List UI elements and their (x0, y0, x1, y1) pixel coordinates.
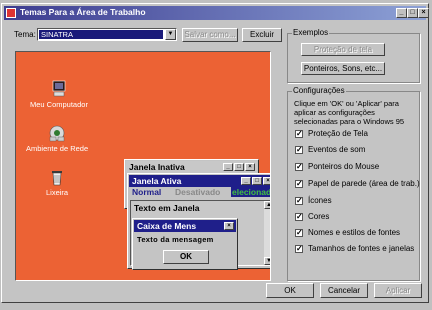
delete-button[interactable]: Excluir (242, 28, 282, 42)
message-text: Texto da mensagem (137, 235, 214, 244)
theme-value: SINATRA (39, 30, 163, 39)
checkbox[interactable]: ✓ (295, 163, 303, 171)
pointers-sounds-button[interactable]: Ponteiros, Sons, etc... (301, 62, 385, 75)
message-ok-button: OK (163, 250, 209, 264)
checkbox[interactable]: ✓ (295, 130, 303, 138)
desktop-icon-label: Meu Computador (30, 100, 88, 109)
desktop-icon-network: Ambiente de Rede (26, 124, 88, 153)
active-window-title: Janela Ativa _ □ × (129, 175, 270, 187)
cancel-button[interactable]: Cancelar (320, 283, 368, 298)
message-box-title: Caixa de Mens × (134, 220, 236, 232)
examples-label: Exemplos (292, 28, 330, 37)
screensaver-preview-button[interactable]: Proteção de tela (301, 43, 385, 56)
maximize-icon: □ (234, 163, 244, 171)
maximize-icon[interactable]: □ (407, 8, 418, 18)
window-text: Texto em Janela (134, 203, 200, 213)
scroll-down-icon: ▼ (264, 257, 270, 265)
ok-button[interactable]: OK (266, 283, 314, 298)
desktop-icon-recycle-bin: Lixeira (46, 168, 68, 197)
close-icon: × (263, 177, 270, 185)
checkbox[interactable]: ✓ (295, 213, 303, 221)
title-bar[interactable]: Temas Para a Área de Trabalho _ □ × (4, 6, 429, 20)
trash-icon (52, 171, 63, 186)
chevron-down-icon[interactable]: ▼ (165, 29, 176, 40)
minimize-icon[interactable]: _ (396, 8, 407, 18)
close-icon: × (245, 163, 255, 171)
theme-select[interactable]: SINATRA ▼ (37, 28, 177, 41)
scroll-up-icon: ▲ (264, 201, 270, 209)
themes-window: Temas Para a Área de Trabalho _ □ × Tema… (1, 3, 429, 303)
minimize-icon: _ (241, 177, 251, 185)
desktop-preview: Meu Computador Ambiente de Rede Lixeira … (15, 51, 271, 281)
checkbox[interactable]: ✓ (295, 197, 303, 205)
checkbox[interactable]: ✓ (295, 229, 303, 237)
computer-icon (52, 80, 66, 97)
save-as-button[interactable]: Salvar como... (182, 28, 238, 42)
window-title: Temas Para a Área de Trabalho (20, 7, 146, 17)
message-box: Caixa de Mens × Texto da mensagem OK (132, 218, 238, 270)
examples-group (287, 33, 420, 83)
maximize-icon: □ (252, 177, 262, 185)
checkbox[interactable]: ✓ (295, 245, 303, 253)
close-icon[interactable]: × (418, 8, 429, 18)
menu-bar: Normal Desativado elecionad (129, 187, 271, 198)
theme-label: Tema: (14, 30, 36, 39)
settings-label: Configurações (292, 86, 346, 95)
settings-description: Clique em 'OK' ou 'Aplicar' para aplicar… (294, 99, 405, 126)
app-icon (6, 8, 16, 18)
inactive-window-title: Janela Inativa _ □ × (126, 161, 257, 173)
scrollbar: ▲ ▼ (264, 201, 270, 265)
menu-item-disabled: Desativado (175, 187, 221, 197)
desktop-icon-label: Ambiente de Rede (26, 144, 89, 153)
desktop-icon-my-computer: Meu Computador (30, 80, 88, 109)
desktop-icon-label: Lixeira (46, 188, 69, 197)
close-icon: × (224, 222, 234, 230)
checkbox[interactable]: ✓ (295, 146, 303, 154)
minimize-icon: _ (223, 163, 233, 171)
checkbox[interactable]: ✓ (295, 180, 303, 188)
menu-item-selected: elecionad (231, 187, 271, 197)
apply-button[interactable]: Aplicar (374, 283, 422, 298)
menu-item-normal: Normal (132, 187, 162, 197)
network-icon (49, 125, 65, 142)
